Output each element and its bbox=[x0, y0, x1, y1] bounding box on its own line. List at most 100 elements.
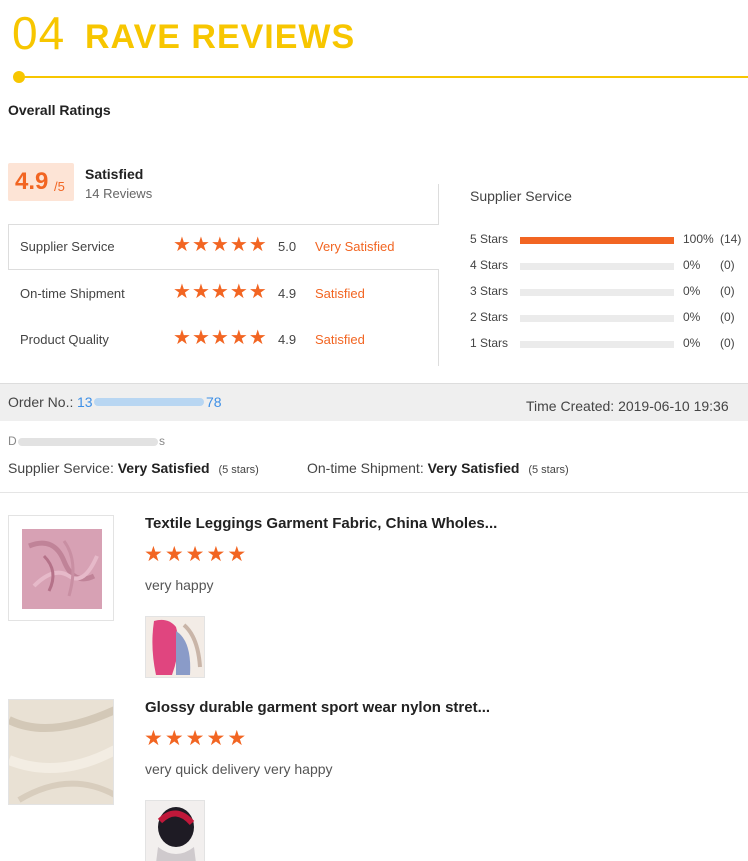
star-bar-count: (0) bbox=[720, 284, 735, 298]
star-bar-fill bbox=[520, 237, 674, 244]
star-bar-count: (0) bbox=[720, 310, 735, 324]
order-number-link[interactable]: 13 bbox=[77, 394, 93, 410]
order-number-label: Order No.: bbox=[8, 394, 74, 410]
product-star-rating: ★ ★ ★ ★ ★ bbox=[144, 543, 247, 566]
star-icon: ★ bbox=[191, 281, 210, 303]
rating-score: 4.9 bbox=[278, 286, 297, 301]
order-number-redaction bbox=[94, 398, 204, 406]
review-comment: very quick delivery very happy bbox=[145, 761, 333, 777]
feedback-on-time-shipment: On-time Shipment: Very Satisfied (5 star… bbox=[307, 460, 569, 476]
star-icon: ★ bbox=[164, 543, 184, 566]
review-photo-image bbox=[146, 617, 204, 677]
feedback-value: Very Satisfied bbox=[427, 460, 520, 476]
star-icon: ★ bbox=[185, 543, 205, 566]
buyer-name-start: D bbox=[8, 434, 17, 448]
star-bar-percent: 0% bbox=[683, 336, 701, 350]
star-bar-label: 2 Stars bbox=[470, 310, 509, 324]
star-bar-percent: 0% bbox=[683, 284, 701, 298]
review-comment: very happy bbox=[145, 577, 214, 593]
section-title: RAVE REVIEWS bbox=[85, 18, 356, 56]
star-bar-track bbox=[520, 237, 674, 244]
product-title[interactable]: Glossy durable garment sport wear nylon … bbox=[145, 699, 490, 716]
star-bar-label: 5 Stars bbox=[470, 232, 509, 246]
star-rating: ★ ★ ★ ★ ★ bbox=[173, 235, 267, 255]
star-rating: ★ ★ ★ ★ ★ bbox=[173, 282, 267, 302]
order-header: Order No.: 13 78 Time Created: 2019-06-1… bbox=[0, 383, 748, 421]
header-divider bbox=[18, 76, 748, 78]
product-image[interactable] bbox=[8, 699, 114, 805]
star-icon: ★ bbox=[173, 281, 191, 303]
star-icon: ★ bbox=[210, 281, 229, 303]
star-icon: ★ bbox=[229, 327, 248, 349]
star-icon: ★ bbox=[210, 327, 229, 349]
rating-score: 5.0 bbox=[278, 239, 297, 254]
star-icon: ★ bbox=[248, 281, 267, 303]
overall-score: 4.9 bbox=[15, 168, 49, 195]
rating-text: Satisfied bbox=[315, 332, 365, 347]
star-bar-row: 5 Stars 100% (14) bbox=[470, 229, 748, 249]
star-icon: ★ bbox=[191, 234, 210, 256]
feedback-label: On-time Shipment: bbox=[307, 460, 424, 476]
overall-ratings-title: Overall Ratings bbox=[8, 102, 111, 118]
star-icon: ★ bbox=[173, 327, 191, 349]
overall-score-max: /5 bbox=[54, 179, 65, 194]
star-bar-percent: 100% bbox=[683, 232, 714, 246]
pink-fabric-image bbox=[22, 529, 102, 609]
buyer-name-redaction bbox=[18, 438, 158, 446]
star-icon: ★ bbox=[144, 543, 163, 566]
section-number: 04 bbox=[12, 7, 66, 59]
section-header: 04 RAVE REVIEWS bbox=[0, 0, 748, 90]
star-bar-percent: 0% bbox=[683, 258, 701, 272]
feedback-supplier-service: Supplier Service: Very Satisfied (5 star… bbox=[8, 460, 259, 476]
review-photo-image bbox=[146, 801, 204, 861]
rating-score: 4.9 bbox=[278, 332, 297, 347]
star-bar-count: (0) bbox=[720, 336, 735, 350]
star-bar-label: 3 Stars bbox=[470, 284, 509, 298]
star-icon: ★ bbox=[248, 234, 267, 256]
overall-score-badge: 4.9 /5 bbox=[8, 163, 74, 201]
star-bar-row: 1 Stars 0% (0) bbox=[470, 333, 748, 353]
star-bar-track bbox=[520, 315, 674, 322]
star-bar-percent: 0% bbox=[683, 310, 701, 324]
star-icon: ★ bbox=[248, 327, 267, 349]
rating-text: Satisfied bbox=[315, 286, 365, 301]
star-icon: ★ bbox=[185, 727, 205, 750]
overall-satisfaction-label: Satisfied bbox=[85, 166, 144, 182]
star-bar-count: (14) bbox=[720, 232, 742, 246]
review-photo-thumbnail[interactable] bbox=[145, 800, 205, 861]
star-icon: ★ bbox=[206, 727, 226, 750]
section-divider bbox=[0, 492, 748, 493]
feedback-stars: (5 stars) bbox=[218, 464, 259, 476]
star-rating: ★ ★ ★ ★ ★ bbox=[173, 328, 267, 348]
order-number-link-end[interactable]: 78 bbox=[206, 394, 222, 410]
time-created: Time Created: 2019-06-10 19:36 bbox=[526, 398, 729, 414]
star-icon: ★ bbox=[227, 543, 247, 566]
review-photo-thumbnail[interactable] bbox=[145, 616, 205, 678]
star-bar-label: 4 Stars bbox=[470, 258, 509, 272]
star-icon: ★ bbox=[173, 234, 191, 256]
star-bar-label: 1 Stars bbox=[470, 336, 509, 350]
feedback-label: Supplier Service: bbox=[8, 460, 114, 476]
star-icon: ★ bbox=[144, 727, 163, 750]
rating-row-on-time-shipment[interactable]: On-time Shipment ★ ★ ★ ★ ★ 4.9 Satisfied bbox=[8, 274, 439, 314]
buyer-name-end: s bbox=[159, 434, 165, 448]
header-dot bbox=[13, 71, 25, 83]
rating-row-supplier-service[interactable]: Supplier Service ★ ★ ★ ★ ★ 5.0 Very Satisfie… bbox=[8, 227, 439, 267]
star-bar-track bbox=[520, 263, 674, 270]
star-icon: ★ bbox=[191, 327, 210, 349]
rating-text: Very Satisfied bbox=[315, 239, 395, 254]
product-title[interactable]: Textile Leggings Garment Fabric, China W… bbox=[145, 515, 497, 532]
product-image[interactable] bbox=[8, 515, 114, 621]
star-bar-row: 2 Stars 0% (0) bbox=[470, 307, 748, 327]
rating-label: Product Quality bbox=[20, 332, 109, 347]
star-bar-count: (0) bbox=[720, 258, 735, 272]
star-icon: ★ bbox=[210, 234, 229, 256]
rating-row-product-quality[interactable]: Product Quality ★ ★ ★ ★ ★ 4.9 Satisfied bbox=[8, 320, 439, 360]
star-bar-row: 4 Stars 0% (0) bbox=[470, 255, 748, 275]
feedback-value: Very Satisfied bbox=[117, 460, 210, 476]
star-icon: ★ bbox=[227, 727, 247, 750]
product-star-rating: ★ ★ ★ ★ ★ bbox=[144, 727, 247, 750]
star-bar-track bbox=[520, 341, 674, 348]
star-icon: ★ bbox=[229, 234, 248, 256]
cream-fabric-image bbox=[9, 700, 113, 804]
